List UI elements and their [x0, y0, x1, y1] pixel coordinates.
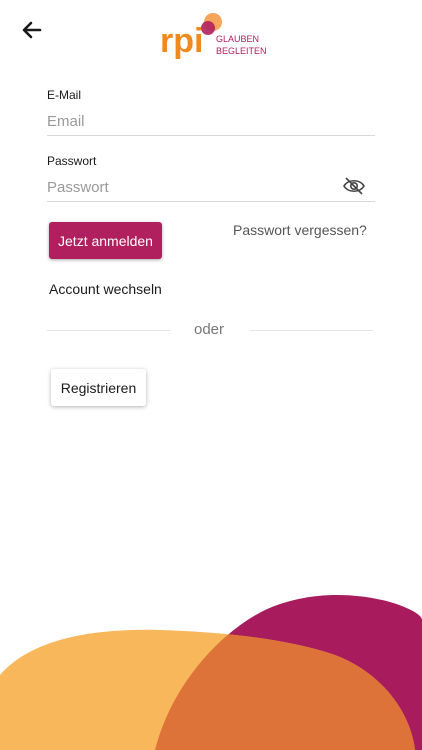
login-button[interactable]: Jetzt anmelden — [49, 222, 162, 259]
password-visibility-toggle[interactable] — [342, 176, 366, 196]
password-field[interactable] — [47, 174, 375, 202]
register-button[interactable]: Registrieren — [51, 369, 146, 406]
arrow-left-icon — [22, 21, 42, 39]
back-button[interactable] — [18, 16, 46, 44]
logo-tagline-line1: GLAUBEN — [216, 34, 259, 44]
rpi-logo: rpi GLAUBEN BEGLEITEN — [160, 13, 267, 60]
email-field[interactable] — [47, 108, 375, 136]
logo-tagline-line2: BEGLEITEN — [216, 46, 267, 56]
logo-mark: rpi — [160, 22, 203, 60]
divider-text: oder — [194, 321, 225, 338]
eye-off-icon — [343, 177, 365, 195]
decorative-blobs — [0, 595, 422, 750]
password-label: Passwort — [47, 154, 97, 168]
forgot-password-link[interactable]: Passwort vergessen? — [233, 222, 367, 238]
switch-account-link[interactable]: Account wechseln — [49, 281, 162, 297]
divider-right — [250, 330, 373, 331]
divider-left — [47, 330, 171, 331]
email-label: E-Mail — [47, 88, 82, 102]
